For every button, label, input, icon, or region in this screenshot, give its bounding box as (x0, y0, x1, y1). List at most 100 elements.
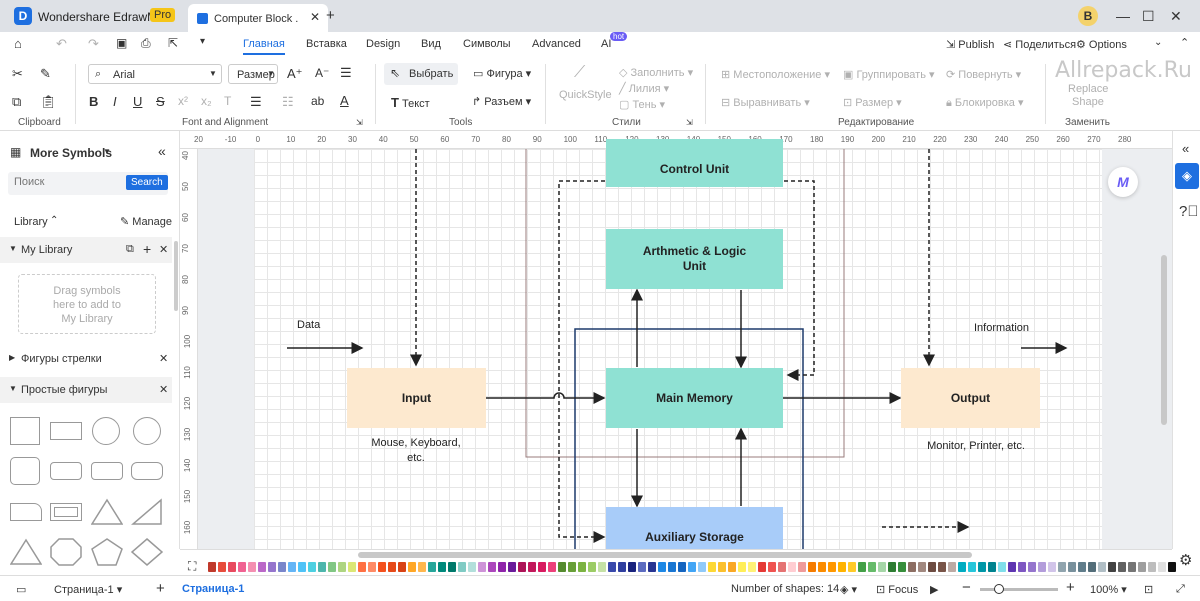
format-panel-button[interactable]: ◈ (1175, 163, 1199, 189)
line-button[interactable]: ╱ Лилия ▾ (619, 82, 669, 95)
rotate-button[interactable]: ⟳ Повернуть ▾ (946, 68, 1021, 81)
color-swatch[interactable] (948, 562, 956, 572)
shape-rounded-rect[interactable] (50, 462, 82, 480)
color-swatch[interactable] (588, 562, 596, 572)
color-swatch[interactable] (928, 562, 936, 572)
shape-button[interactable]: ▭ Фигура ▾ (473, 67, 531, 80)
color-swatch[interactable] (358, 562, 366, 572)
dialog-launcher-icon[interactable]: ⇲ (356, 118, 363, 127)
color-swatch[interactable] (278, 562, 286, 572)
increase-font-icon[interactable]: A⁺ (287, 66, 303, 82)
main-memory-box[interactable]: Main Memory (606, 368, 783, 428)
subscript-icon[interactable]: x₂ (201, 94, 212, 108)
color-swatch[interactable] (1138, 562, 1146, 572)
aux-storage-box[interactable]: Auxiliary Storage (606, 507, 783, 549)
color-swatch[interactable] (868, 562, 876, 572)
canvas-area[interactable]: 20 -10 0 10 20 30 40 50 60 70 80 90 100 110 120 130 140 1… (180, 131, 1172, 549)
shape-diamond[interactable] (131, 538, 163, 566)
underline-icon[interactable]: U (133, 94, 142, 109)
avatar[interactable]: B (1078, 6, 1098, 26)
panel-scrollbar[interactable] (174, 241, 178, 311)
shape-triangle[interactable] (91, 498, 123, 526)
color-swatch[interactable] (438, 562, 446, 572)
color-swatch[interactable] (908, 562, 916, 572)
text-case-icon[interactable]: T (224, 94, 231, 108)
color-swatch[interactable] (568, 562, 576, 572)
color-swatch[interactable] (598, 562, 606, 572)
fullscreen-icon[interactable]: ⤢ (1176, 583, 1185, 596)
color-swatch[interactable] (268, 562, 276, 572)
connector-button[interactable]: ↱ Разъем ▾ (472, 95, 531, 108)
font-size-select[interactable]: Размер ▼ (228, 64, 278, 84)
color-swatch[interactable] (678, 562, 686, 572)
information-label[interactable]: Information (974, 322, 1029, 334)
dialog-launcher-icon[interactable]: ⇲ (686, 118, 693, 127)
color-swatch[interactable] (518, 562, 526, 572)
paste-icon[interactable]: 📋︎ (40, 94, 57, 110)
color-swatch[interactable] (938, 562, 946, 572)
color-swatch[interactable] (998, 562, 1006, 572)
color-swatch[interactable] (608, 562, 616, 572)
collapse-ribbon-icon[interactable]: ⌃ (1180, 36, 1189, 49)
color-swatch[interactable] (718, 562, 726, 572)
decrease-font-icon[interactable]: A⁻ (315, 66, 329, 80)
color-swatch[interactable] (428, 562, 436, 572)
close-window-icon[interactable]: ✕ (1170, 8, 1182, 25)
bold-icon[interactable]: B (89, 94, 98, 109)
more-symbols-title[interactable]: More Symbols (30, 146, 112, 160)
document-tab[interactable]: Computer Block ... ✕ (188, 4, 328, 32)
redo-icon[interactable]: ↷ (88, 36, 99, 52)
color-swatch[interactable] (398, 562, 406, 572)
menu-advanced[interactable]: Advanced (532, 38, 581, 50)
color-swatch[interactable] (828, 562, 836, 572)
size-button[interactable]: ⊡ Размер ▾ (843, 96, 902, 109)
shadow-button[interactable]: ▢ Тень ▾ (619, 98, 665, 111)
library-label[interactable]: Library (14, 216, 48, 228)
color-swatch[interactable] (1128, 562, 1136, 572)
fit-page-icon[interactable]: ⊡ (1144, 583, 1153, 596)
alu-box[interactable]: Arthmetic & Logic Unit (606, 229, 783, 289)
color-swatch[interactable] (798, 562, 806, 572)
bullets-icon[interactable]: ☷ (282, 94, 294, 110)
color-swatch[interactable] (578, 562, 586, 572)
format-painter-icon[interactable]: ✎ (40, 66, 51, 82)
shape-frame[interactable] (50, 503, 82, 521)
help-icon[interactable]: ?⃝ (1179, 203, 1199, 220)
home-icon[interactable]: ⌂ (14, 36, 22, 51)
color-swatch[interactable] (418, 562, 426, 572)
add-page-icon[interactable]: + (156, 580, 165, 597)
expand-right-icon[interactable]: « (1182, 141, 1189, 156)
color-swatch[interactable] (768, 562, 776, 572)
more-icon[interactable]: ▾ (200, 36, 205, 47)
color-swatch[interactable] (1118, 562, 1126, 572)
input-box[interactable]: Input (347, 368, 486, 428)
align-objects-button[interactable]: ⊟ Выравнивать ▾ (721, 96, 810, 109)
color-swatch[interactable] (688, 562, 696, 572)
color-swatch[interactable] (758, 562, 766, 572)
search-input[interactable] (14, 176, 114, 188)
color-swatch[interactable] (818, 562, 826, 572)
close-icon[interactable]: ✕ (159, 243, 168, 256)
search-box[interactable]: Search (8, 172, 168, 195)
color-swatch[interactable] (988, 562, 996, 572)
my-library-header[interactable]: ▼ My Library ⧉ + ✕ (0, 237, 172, 263)
shape-triangle-2[interactable] (10, 538, 42, 566)
color-swatch[interactable] (648, 562, 656, 572)
color-swatch[interactable] (498, 562, 506, 572)
fill-button[interactable]: ◇ Заполнить ▾ (619, 66, 693, 79)
search-button[interactable]: Search (126, 175, 168, 190)
arrow-shapes-header[interactable]: ▶ Фигуры стрелки ✕ (0, 346, 172, 372)
collapse-panel-icon[interactable]: « (158, 143, 166, 159)
my-library-dropzone[interactable]: Drag symbols here to add to My Library (18, 274, 156, 334)
close-icon[interactable]: ✕ (159, 383, 168, 396)
color-swatch[interactable] (1038, 562, 1046, 572)
color-swatch[interactable] (468, 562, 476, 572)
color-swatch[interactable] (958, 562, 966, 572)
focus-button[interactable]: ⊡ Focus (876, 583, 918, 596)
color-swatch[interactable] (668, 562, 676, 572)
page-select[interactable]: Страница-1 ▾ (54, 583, 122, 596)
strikethrough-icon[interactable]: S (156, 94, 165, 109)
color-swatch[interactable] (978, 562, 986, 572)
color-swatch[interactable] (258, 562, 266, 572)
output-caption[interactable]: Monitor, Printer, etc. (916, 440, 1036, 452)
